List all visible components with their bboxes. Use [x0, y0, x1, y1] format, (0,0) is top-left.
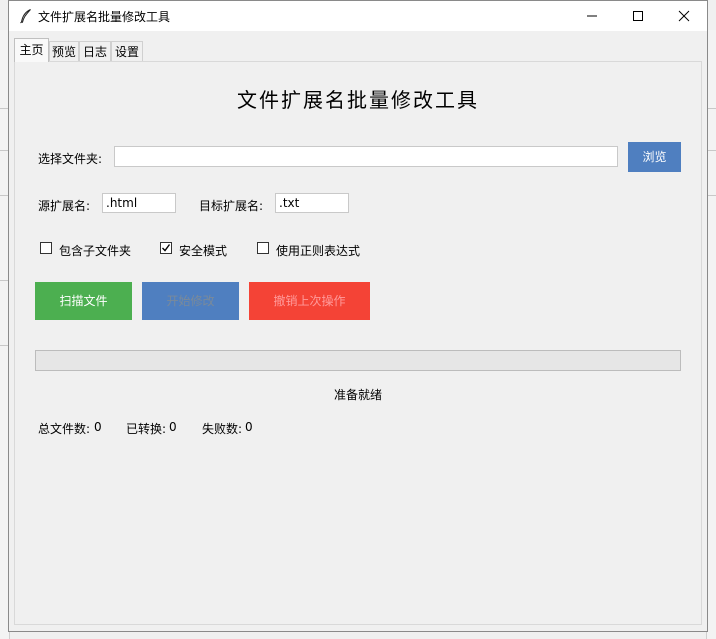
source-ext-label: 源扩展名: [38, 199, 91, 213]
folder-label: 选择文件夹: [38, 152, 103, 166]
page-title: 文件扩展名批量修改工具 [237, 88, 479, 112]
window-title: 文件扩展名批量修改工具 [38, 10, 171, 24]
include-subfolders-label: 包含子文件夹 [59, 244, 132, 258]
stats-failed-label: 失败数: [202, 422, 243, 436]
target-ext-input[interactable] [275, 193, 349, 213]
background-divider [0, 345, 8, 346]
tab-settings[interactable]: 设置 [111, 41, 143, 61]
include-subfolders-checkbox[interactable] [40, 242, 52, 254]
background-divider [0, 280, 8, 281]
stats-converted-label: 已转换: [126, 422, 167, 436]
app-window: 文件扩展名批量修改工具 主页 预览 日志 设置 文件扩展名批量修改工具 选择文件… [8, 0, 708, 632]
tab-home[interactable]: 主页 [14, 38, 49, 62]
source-ext-input[interactable] [102, 193, 176, 213]
start-modify-button[interactable]: 开始修改 [142, 282, 239, 320]
minimize-button[interactable] [569, 1, 615, 31]
background-divider [708, 195, 716, 196]
title-bar[interactable]: 文件扩展名批量修改工具 [9, 1, 707, 31]
tab-home-label: 主页 [19, 43, 44, 57]
target-ext-label: 目标扩展名: [199, 199, 264, 213]
status-text: 准备就绪 [333, 388, 382, 402]
background-divider [0, 108, 8, 109]
stats-total-value: 0 [94, 420, 102, 434]
background-divider [708, 108, 716, 109]
undo-last-button[interactable]: 撤销上次操作 [249, 282, 370, 320]
tab-log-label: 日志 [82, 45, 107, 59]
tab-settings-label: 设置 [114, 45, 139, 59]
progress-bar [35, 350, 681, 371]
close-icon [678, 10, 690, 22]
background-divider [0, 195, 8, 196]
checkmark-icon [162, 244, 171, 252]
scan-files-button[interactable]: 扫描文件 [35, 282, 132, 320]
close-button[interactable] [661, 1, 707, 31]
tab-preview-label: 预览 [51, 45, 76, 59]
tab-log[interactable]: 日志 [79, 41, 111, 61]
use-regex-checkbox[interactable] [257, 242, 269, 254]
browse-button[interactable]: 浏览 [628, 142, 681, 172]
minimize-icon [587, 15, 597, 17]
home-panel: 文件扩展名批量修改工具 选择文件夹: 浏览 源扩展名: 目标扩展名: 包含子文件… [14, 61, 702, 625]
safe-mode-label: 安全模式 [179, 244, 228, 258]
stats-failed-value: 0 [245, 420, 253, 434]
stats-converted-value: 0 [169, 420, 177, 434]
stats-total-label: 总文件数: [38, 422, 91, 436]
folder-path-input[interactable] [114, 146, 618, 167]
use-regex-label: 使用正则表达式 [276, 244, 361, 258]
feather-icon [18, 8, 34, 24]
background-divider [0, 150, 8, 151]
background-divider [708, 150, 716, 151]
maximize-button[interactable] [615, 1, 661, 31]
tab-preview[interactable]: 预览 [49, 41, 79, 61]
maximize-icon [633, 11, 643, 21]
safe-mode-checkbox[interactable] [160, 242, 172, 254]
